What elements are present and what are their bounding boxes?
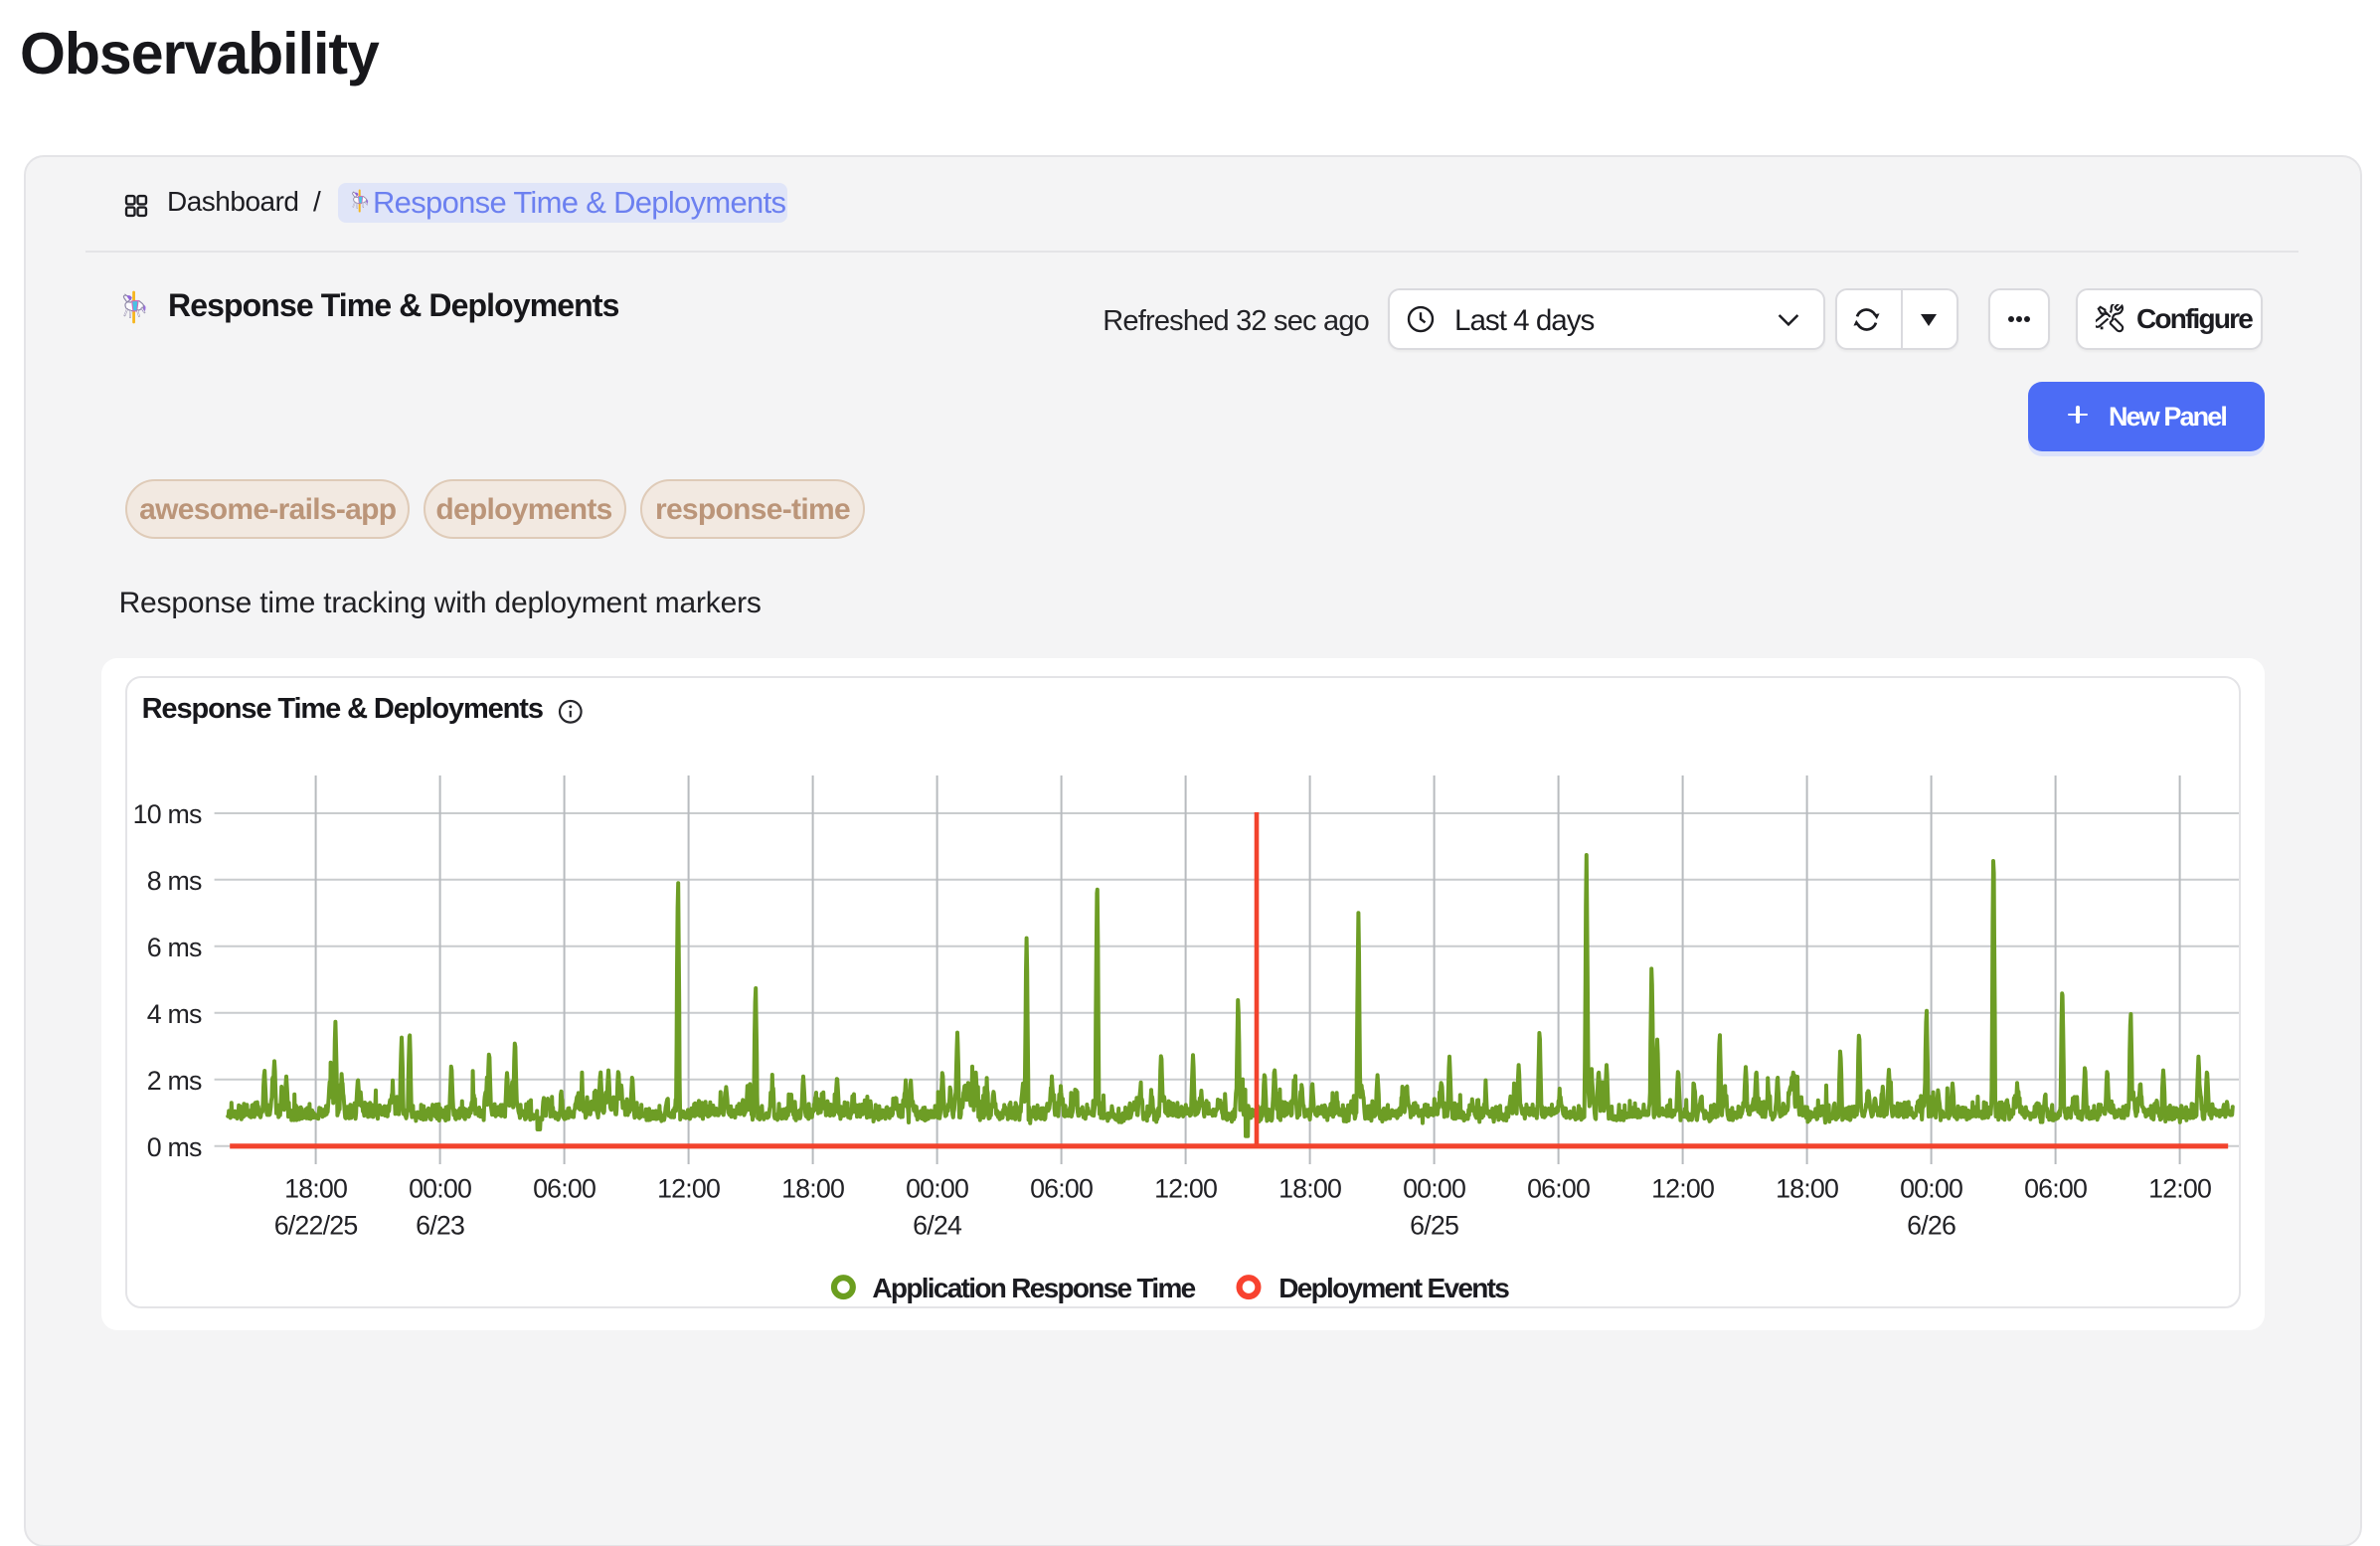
svg-text:0 ms: 0 ms [147,1132,202,1162]
svg-text:6/22/25: 6/22/25 [274,1211,358,1241]
svg-text:18:00: 18:00 [1776,1173,1838,1203]
svg-text:Application Response Time: Application Response Time [872,1273,1195,1303]
svg-text:10 ms: 10 ms [133,799,202,829]
svg-text:00:00: 00:00 [1403,1173,1465,1203]
svg-text:8 ms: 8 ms [147,866,202,896]
svg-text:06:00: 06:00 [2024,1173,2087,1203]
svg-text:12:00: 12:00 [657,1173,720,1203]
svg-text:06:00: 06:00 [1030,1173,1093,1203]
svg-text:Deployment Events: Deployment Events [1278,1273,1509,1303]
svg-text:00:00: 00:00 [1900,1173,1962,1203]
svg-text:18:00: 18:00 [284,1173,347,1203]
svg-text:00:00: 00:00 [409,1173,471,1203]
svg-text:2 ms: 2 ms [147,1066,202,1096]
svg-text:4 ms: 4 ms [147,999,202,1029]
svg-text:12:00: 12:00 [1154,1173,1217,1203]
svg-text:06:00: 06:00 [1527,1173,1590,1203]
svg-text:6/25: 6/25 [1410,1211,1458,1241]
svg-text:12:00: 12:00 [2148,1173,2211,1203]
svg-text:18:00: 18:00 [1278,1173,1341,1203]
svg-text:6/23: 6/23 [416,1211,464,1241]
svg-text:6/24: 6/24 [913,1211,962,1241]
svg-text:6/26: 6/26 [1907,1211,1955,1241]
svg-text:00:00: 00:00 [906,1173,968,1203]
svg-text:18:00: 18:00 [781,1173,844,1203]
svg-text:12:00: 12:00 [1651,1173,1714,1203]
svg-text:6 ms: 6 ms [147,933,202,962]
svg-text:06:00: 06:00 [533,1173,595,1203]
